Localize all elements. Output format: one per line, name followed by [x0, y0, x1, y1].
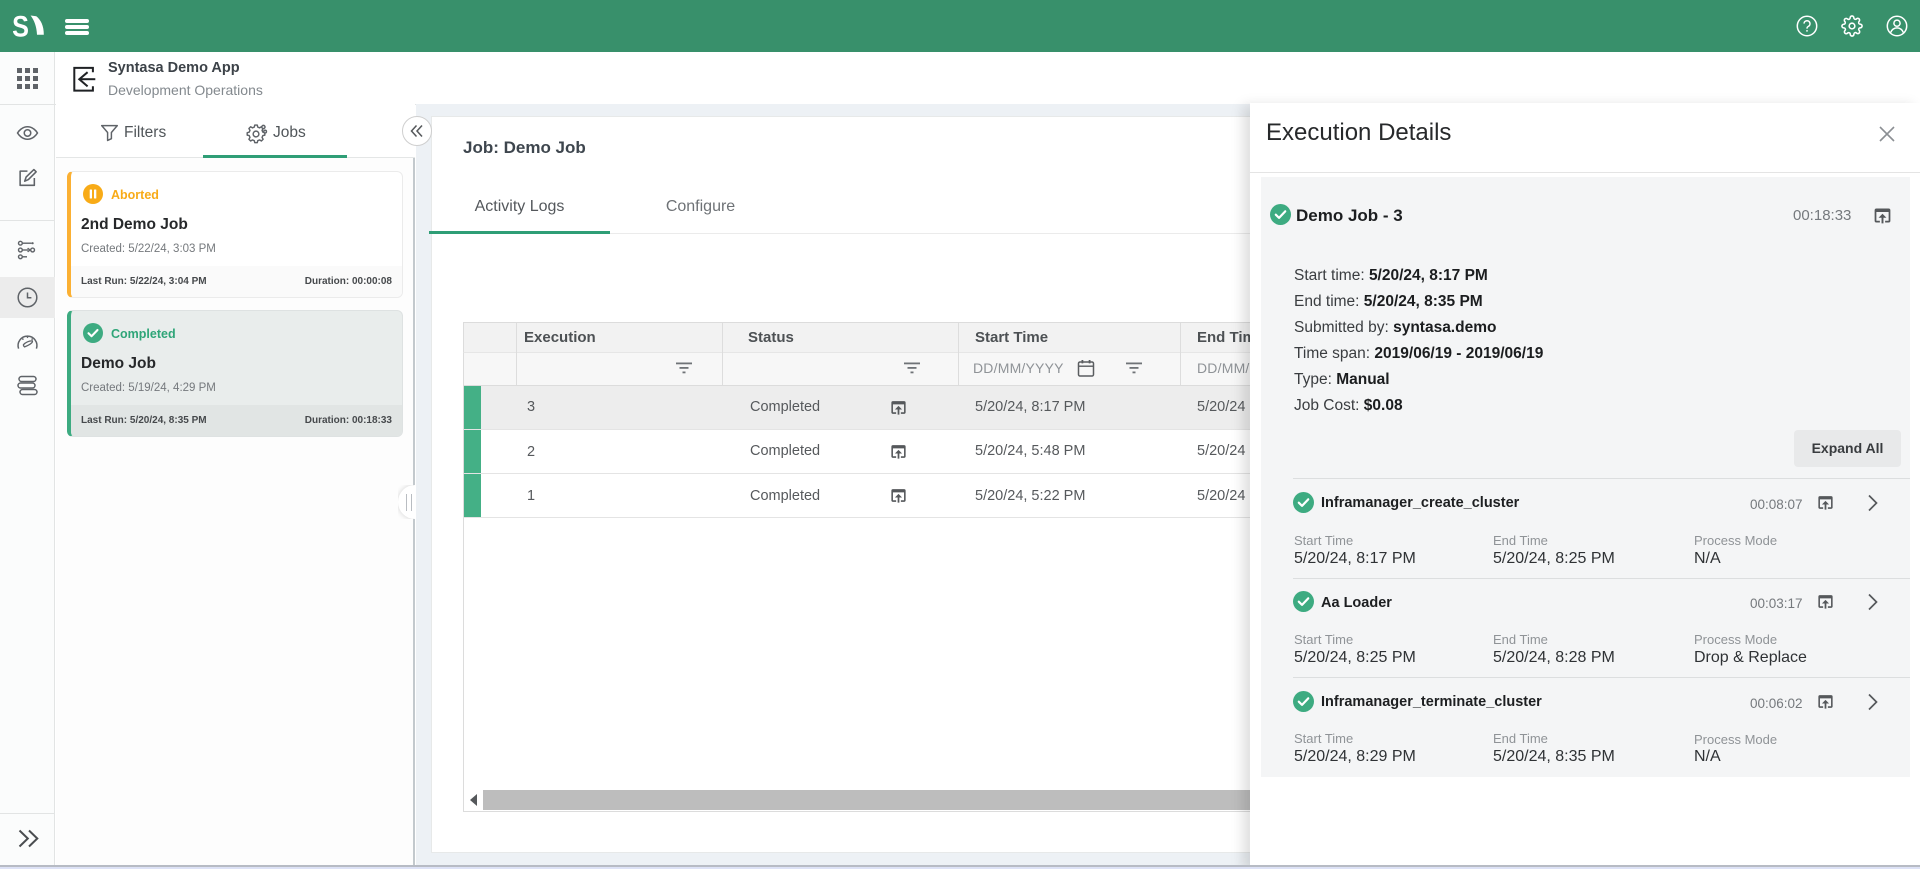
svg-text:S: S: [13, 13, 29, 39]
